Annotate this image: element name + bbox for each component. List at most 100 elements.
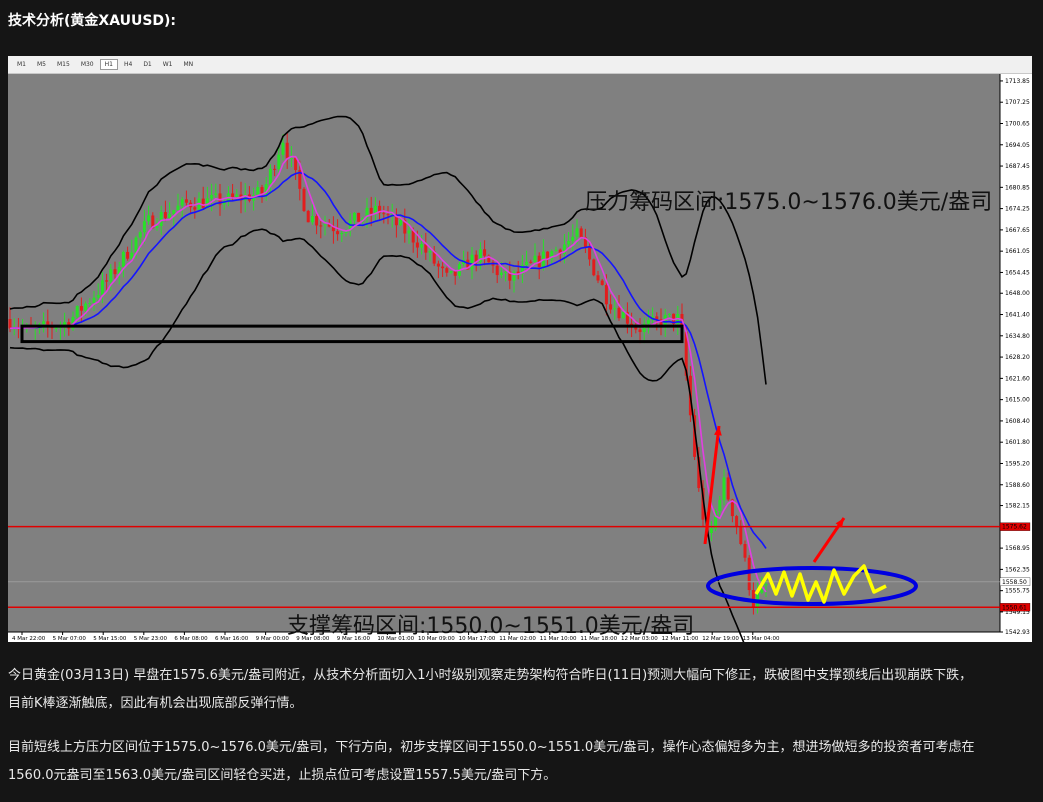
candle-body (8, 319, 12, 329)
candle-body (600, 280, 604, 285)
y-tick-label: 1595.20 (1005, 460, 1030, 467)
x-tick-label: 13 Mar 04:00 (743, 636, 780, 642)
candle-body (319, 225, 323, 227)
timeframe-mn[interactable]: MN (179, 59, 199, 70)
candle-body (210, 194, 214, 199)
timeframe-toolbar: M1 M5 M15 M30 H1 H4 D1 W1 MN (8, 56, 1032, 74)
y-tick-label: 1628.20 (1005, 354, 1030, 361)
timeframe-m1[interactable]: M1 (12, 59, 31, 70)
timeframe-h4[interactable]: H4 (119, 59, 137, 70)
x-tick-label: 5 Mar 15:00 (93, 636, 127, 642)
candle-body (407, 230, 411, 234)
x-tick-label: 4 Mar 22:00 (12, 636, 46, 642)
analysis-paragraph-2: 目前短线上方压力区间位于1575.0~1576.0美元/盎司，下行方向，初步支撑… (8, 734, 1033, 790)
candle-body (142, 221, 146, 233)
candle-body (613, 307, 617, 310)
candle-body (159, 212, 163, 226)
timeframe-w1[interactable]: W1 (158, 59, 178, 70)
y-tick-label: 1648.00 (1005, 290, 1030, 297)
candle-body (105, 280, 109, 282)
candle-body (554, 249, 558, 252)
resistance-annotation: 压力筹码区间:1575.0~1576.0美元/盎司 (585, 190, 992, 215)
candle-body (751, 590, 755, 608)
y-tick-label: 1588.60 (1005, 482, 1030, 489)
candle-body (172, 210, 176, 214)
candle-body (126, 251, 130, 259)
candle-body (100, 280, 104, 295)
y-tick-label: 1661.05 (1005, 248, 1030, 255)
candle-body (369, 207, 373, 214)
candle-body (739, 526, 743, 544)
candle-body (273, 168, 277, 170)
candle-body (436, 263, 440, 267)
candle-body (92, 297, 96, 303)
candle-body (596, 275, 600, 281)
candle-body (281, 142, 285, 155)
candle-body (504, 271, 508, 273)
candle-body (646, 320, 650, 324)
candle-body (268, 168, 272, 185)
x-tick-label: 12 Mar 19:00 (702, 636, 739, 642)
price-tag-label: 1575.62 (1002, 524, 1027, 531)
candle-body (764, 583, 768, 586)
candle-body (588, 247, 592, 260)
candle-body (735, 516, 739, 527)
candle-body (79, 306, 83, 311)
y-tick-label: 1707.25 (1005, 99, 1030, 106)
support-annotation: 支撑筹码区间:1550.0~1551.0美元/盎司 (287, 614, 694, 639)
candle-body (722, 477, 726, 501)
timeframe-m30[interactable]: M30 (76, 59, 99, 70)
candle-body (113, 269, 117, 275)
candle-body (617, 307, 621, 319)
y-tick-label: 1615.00 (1005, 397, 1030, 404)
candle-body (176, 205, 180, 211)
candle-body (155, 225, 159, 228)
price-chart: M1 M5 M15 M30 H1 H4 D1 W1 MN 1713.85 1707.25 1700.… (8, 56, 1032, 642)
candle-body (533, 255, 537, 263)
candle-body (470, 254, 474, 270)
price-tag-label: 1550.61 (1002, 604, 1027, 611)
y-tick-label: 1674.25 (1005, 206, 1030, 213)
candle-body (667, 313, 671, 315)
candle-body (453, 270, 457, 276)
timeframe-m15[interactable]: M15 (52, 59, 75, 70)
y-tick-label: 1542.93 (1005, 629, 1030, 636)
chart-svg: 1713.85 1707.25 1700.65 1694.05 1687.45 1680.… (8, 74, 1032, 642)
candle-body (747, 557, 751, 591)
price-tag-label: 1558.50 (1002, 579, 1027, 586)
paragraph-line: 今日黄金(03月13日) 早盘在1575.6美元/盎司附近，从技术分析面切入1小… (8, 668, 973, 683)
y-tick-label: 1634.80 (1005, 333, 1030, 340)
candle-body (382, 213, 386, 215)
y-tick-label: 1667.65 (1005, 227, 1030, 234)
y-tick-label: 1608.40 (1005, 418, 1030, 425)
timeframe-d1[interactable]: D1 (138, 59, 156, 70)
candle-body (84, 303, 88, 311)
y-tick-label: 1687.45 (1005, 163, 1030, 170)
paragraph-line: 目前短线上方压力区间位于1575.0~1576.0美元/盎司，下行方向，初步支撑… (8, 740, 975, 755)
x-tick-label: 5 Mar 07:00 (53, 636, 87, 642)
timeframe-m5[interactable]: M5 (32, 59, 51, 70)
candle-body (529, 261, 533, 263)
candle-body (512, 271, 516, 281)
timeframe-h1[interactable]: H1 (99, 59, 118, 70)
candle-body (579, 228, 583, 238)
candle-body (609, 304, 613, 310)
x-tick-label: 9 Mar 00:00 (256, 636, 290, 642)
candle-body (386, 214, 390, 216)
candle-body (495, 265, 499, 276)
paragraph-line: 目前K棒逐渐触底，因此有机会出现底部反弹行情。 (8, 696, 303, 711)
candle-body (306, 210, 310, 223)
candle-body (499, 272, 503, 276)
y-tick-label: 1700.65 (1005, 120, 1030, 127)
candle-body (42, 321, 46, 325)
x-tick-label: 6 Mar 08:00 (174, 636, 208, 642)
candle-body (315, 216, 319, 226)
candle-body (428, 251, 432, 253)
candle-body (743, 543, 747, 558)
analysis-paragraph-1: 今日黄金(03月13日) 早盘在1575.6美元/盎司附近，从技术分析面切入1小… (8, 662, 1033, 718)
paragraph-line: 1560.0元盎司至1563.0美元/盎司区间轻仓买进，止损点位可考虑设置155… (8, 768, 557, 783)
y-tick-label: 1582.15 (1005, 503, 1030, 510)
candle-body (121, 251, 125, 267)
candle-body (214, 193, 218, 195)
candle-body (75, 306, 79, 317)
